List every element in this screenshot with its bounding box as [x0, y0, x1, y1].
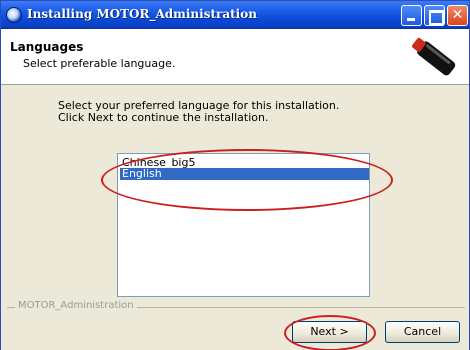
wizard-header: Languages Select preferable language. [1, 29, 469, 85]
app-icon [6, 7, 22, 23]
cancel-button-label: Cancel [403, 325, 442, 338]
window-title: Installing MOTOR_Administration [27, 7, 257, 21]
title-bar[interactable]: Installing MOTOR_Administration ✕ [1, 1, 469, 29]
close-icon: ✕ [451, 7, 464, 23]
group-label: MOTOR_Administration [15, 300, 137, 311]
page-subtitle: Select preferable language. [23, 57, 176, 70]
highlight-ellipse-next [284, 315, 376, 350]
maximize-button[interactable] [424, 5, 445, 26]
installer-window: Installing MOTOR_Administration ✕ Langua… [0, 0, 470, 350]
wizard-body: Select your preferred language for this … [1, 86, 469, 350]
page-title: Languages [10, 40, 84, 54]
usb-key-icon [412, 37, 456, 76]
instruction-text: Select your preferred language for this … [58, 100, 339, 124]
minimize-button[interactable] [401, 5, 422, 26]
highlight-ellipse-language [101, 149, 393, 211]
close-button[interactable]: ✕ [447, 5, 468, 26]
instruction-line-2: Click Next to continue the installation. [58, 111, 269, 124]
cancel-button[interactable]: Cancel [385, 321, 460, 343]
